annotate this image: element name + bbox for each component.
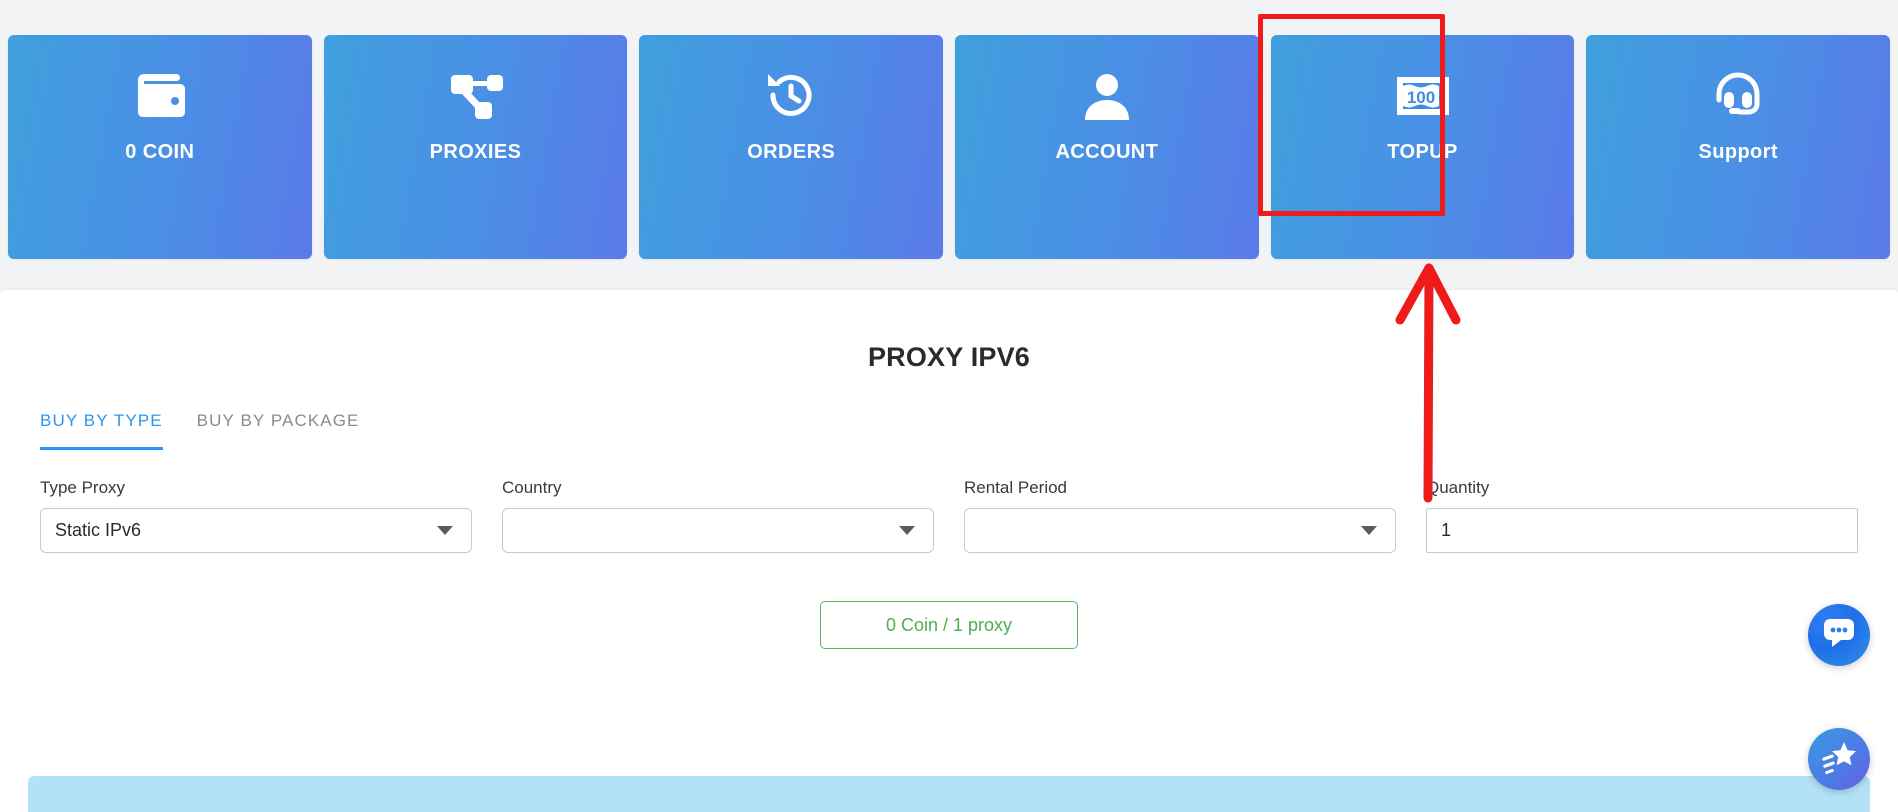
rate-fab-button[interactable] — [1808, 728, 1870, 790]
shooting-star-icon — [1821, 740, 1857, 779]
nav-card-topup[interactable]: 100 TOPUP — [1270, 35, 1575, 259]
nav-card-proxies[interactable]: PROXIES — [323, 35, 628, 259]
nav-card-label: 0 COIN — [125, 141, 195, 163]
svg-text:100: 100 — [1406, 88, 1434, 107]
purchase-form: Type Proxy Static IPv6 Country Rental Pe… — [0, 450, 1898, 553]
network-nodes-icon — [447, 65, 505, 127]
history-clock-icon — [763, 65, 819, 127]
nav-card-label: TOPUP — [1387, 141, 1458, 163]
nav-card-account[interactable]: ACCOUNT — [955, 35, 1259, 259]
chevron-down-icon — [437, 526, 453, 535]
type-proxy-select[interactable]: Static IPv6 — [40, 508, 472, 553]
page-root: 0 COIN PROXIES ORDERS ACCOUNT 100 TOPUP … — [0, 0, 1898, 812]
field-label: Country — [502, 478, 562, 497]
wallet-icon — [132, 65, 188, 127]
tab-bar: BUY BY TYPE BUY BY PACKAGE — [0, 411, 1898, 450]
main-panel: PROXY IPV6 BUY BY TYPE BUY BY PACKAGE Ty… — [0, 290, 1898, 812]
price-row: 0 Coin / 1 proxy — [0, 601, 1898, 649]
chat-fab-button[interactable] — [1808, 604, 1870, 666]
rental-period-select[interactable] — [964, 508, 1396, 553]
nav-card-label: ACCOUNT — [1055, 141, 1159, 163]
nav-card-support[interactable]: Support — [1586, 35, 1891, 259]
field-country: Country — [502, 478, 934, 553]
quantity-value: 1 — [1441, 520, 1452, 540]
chevron-down-icon — [899, 526, 915, 535]
field-label: Quantity — [1426, 478, 1490, 497]
field-rental-period: Rental Period — [964, 478, 1396, 553]
field-label: Type Proxy — [40, 478, 126, 497]
nav-card-coin[interactable]: 0 COIN — [8, 35, 312, 259]
banknote-100-icon: 100 — [1395, 65, 1451, 127]
person-icon — [1082, 65, 1132, 127]
nav-card-label: PROXIES — [429, 141, 522, 163]
field-type-proxy: Type Proxy Static IPv6 — [40, 478, 472, 553]
type-proxy-value: Static IPv6 — [55, 520, 142, 540]
field-quantity: Quantity 1 — [1426, 478, 1858, 553]
chat-bubble-icon — [1822, 617, 1856, 654]
tab-buy-by-type[interactable]: BUY BY TYPE — [40, 411, 163, 450]
info-banner — [28, 776, 1870, 812]
price-button[interactable]: 0 Coin / 1 proxy — [820, 601, 1078, 649]
field-label: Rental Period — [964, 478, 1068, 497]
chevron-down-icon — [1361, 526, 1377, 535]
tab-buy-by-package[interactable]: BUY BY PACKAGE — [197, 411, 360, 450]
quantity-input[interactable]: 1 — [1426, 508, 1858, 553]
nav-card-label: Support — [1698, 141, 1778, 163]
top-nav-strip: 0 COIN PROXIES ORDERS ACCOUNT 100 TOPUP … — [0, 0, 1898, 290]
page-title: PROXY IPV6 — [867, 342, 1031, 372]
nav-card-label: ORDERS — [747, 141, 836, 163]
country-select[interactable] — [502, 508, 934, 553]
headset-icon — [1710, 65, 1766, 127]
nav-card-orders[interactable]: ORDERS — [639, 35, 944, 259]
